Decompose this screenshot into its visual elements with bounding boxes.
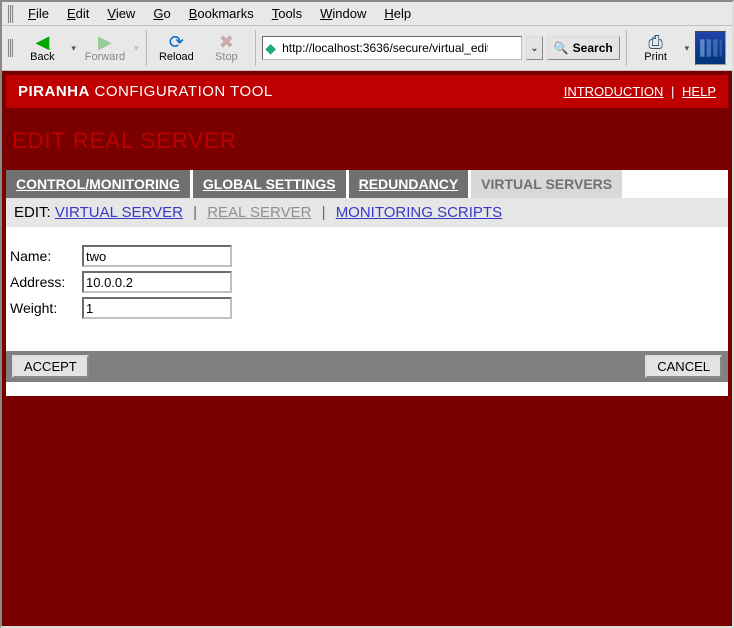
subtab-separator-2: | [316,204,332,221]
row-weight: Weight: [10,297,724,319]
page-icon: ◆ [265,40,276,57]
sub-tabs: EDIT: VIRTUAL SERVER | REAL SERVER | MON… [6,198,728,227]
row-name: Name: [10,245,724,267]
search-label: Search [573,41,613,55]
stop-button: ✖ Stop [203,31,249,65]
print-dropdown[interactable]: ▾ [683,43,692,54]
piranha-page: PIRANHA CONFIGURATION TOOL INTRODUCTION … [6,75,728,396]
main-tabs: CONTROL/MONITORING GLOBAL SETTINGS REDUN… [6,170,728,198]
input-address[interactable] [82,271,232,293]
forward-icon: ▶ [98,33,112,51]
toolbar: ◀ Back ▾ ▶ Forward ▾ ⟳ Reload ✖ Stop ◆ ⌄… [2,26,732,71]
menu-tools[interactable]: Tools [266,4,308,23]
menubar-grip[interactable] [8,5,14,23]
menu-help[interactable]: Help [378,4,417,23]
page-viewport: PIRANHA CONFIGURATION TOOL INTRODUCTION … [2,71,732,626]
url-dropdown[interactable]: ⌄ [526,36,542,60]
print-icon: ⎙ [648,33,662,51]
throbber-icon [695,31,726,65]
action-bar: ACCEPT CANCEL [6,351,728,382]
link-help[interactable]: HELP [682,84,716,99]
search-icon: 🔍 [554,41,569,55]
label-weight: Weight: [10,300,74,316]
forward-label: Forward [85,51,125,63]
menu-go[interactable]: Go [147,4,176,23]
toolbar-separator-2 [255,30,256,66]
banner-links: INTRODUCTION | HELP [564,84,716,99]
search-button[interactable]: 🔍 Search [547,36,620,60]
subtab-prefix: EDIT: [14,204,51,221]
cancel-button[interactable]: CANCEL [645,355,722,378]
stop-icon: ✖ [219,33,234,51]
subtab-monitoring-scripts[interactable]: MONITORING SCRIPTS [336,204,502,221]
forward-dropdown: ▾ [132,43,141,54]
forward-button: ▶ Forward [82,31,128,65]
tab-redundancy[interactable]: REDUNDANCY [349,170,469,198]
label-address: Address: [10,274,74,290]
toolbar-separator-3 [626,30,627,66]
subtab-separator-1: | [187,204,203,221]
reload-button[interactable]: ⟳ Reload [153,31,199,65]
row-address: Address: [10,271,724,293]
link-introduction[interactable]: INTRODUCTION [564,84,664,99]
back-label: Back [30,51,54,63]
toolbar-grip[interactable] [8,39,13,57]
input-name[interactable] [82,245,232,267]
menu-window[interactable]: Window [314,4,372,23]
banner-brand: PIRANHA [18,83,90,100]
menu-view[interactable]: View [101,4,141,23]
footer-strip [6,382,728,396]
print-button[interactable]: ⎙ Print [633,31,679,65]
back-icon: ◀ [35,33,49,51]
banner-separator: | [667,84,678,99]
subtab-virtual-server[interactable]: VIRTUAL SERVER [55,204,183,221]
url-input[interactable] [280,40,490,56]
print-label: Print [644,51,667,63]
toolbar-separator-1 [146,30,147,66]
reload-icon: ⟳ [169,33,184,51]
reload-label: Reload [159,51,194,63]
stop-label: Stop [215,51,238,63]
menu-bookmarks[interactable]: Bookmarks [183,4,260,23]
tab-control-monitoring[interactable]: CONTROL/MONITORING [6,170,190,198]
back-dropdown[interactable]: ▾ [69,43,78,54]
input-weight[interactable] [82,297,232,319]
url-bar[interactable]: ◆ [262,36,522,60]
tab-global-settings[interactable]: GLOBAL SETTINGS [193,170,346,198]
page-title: EDIT REAL SERVER [6,108,728,170]
content-box: CONTROL/MONITORING GLOBAL SETTINGS REDUN… [6,170,728,396]
menu-edit[interactable]: Edit [61,4,95,23]
accept-button[interactable]: ACCEPT [12,355,89,378]
form-area: Name: Address: Weight: [6,227,728,351]
tab-virtual-servers: VIRTUAL SERVERS [471,170,622,198]
label-name: Name: [10,248,74,264]
back-button[interactable]: ◀ Back [19,31,65,65]
banner-subtitle: CONFIGURATION TOOL [95,83,273,100]
subtab-real-server: REAL SERVER [207,204,311,221]
menubar: File Edit View Go Bookmarks Tools Window… [2,2,732,26]
banner-title: PIRANHA CONFIGURATION TOOL [18,83,273,100]
banner: PIRANHA CONFIGURATION TOOL INTRODUCTION … [6,75,728,108]
browser-window: File Edit View Go Bookmarks Tools Window… [2,2,732,626]
menu-file[interactable]: File [22,4,55,23]
